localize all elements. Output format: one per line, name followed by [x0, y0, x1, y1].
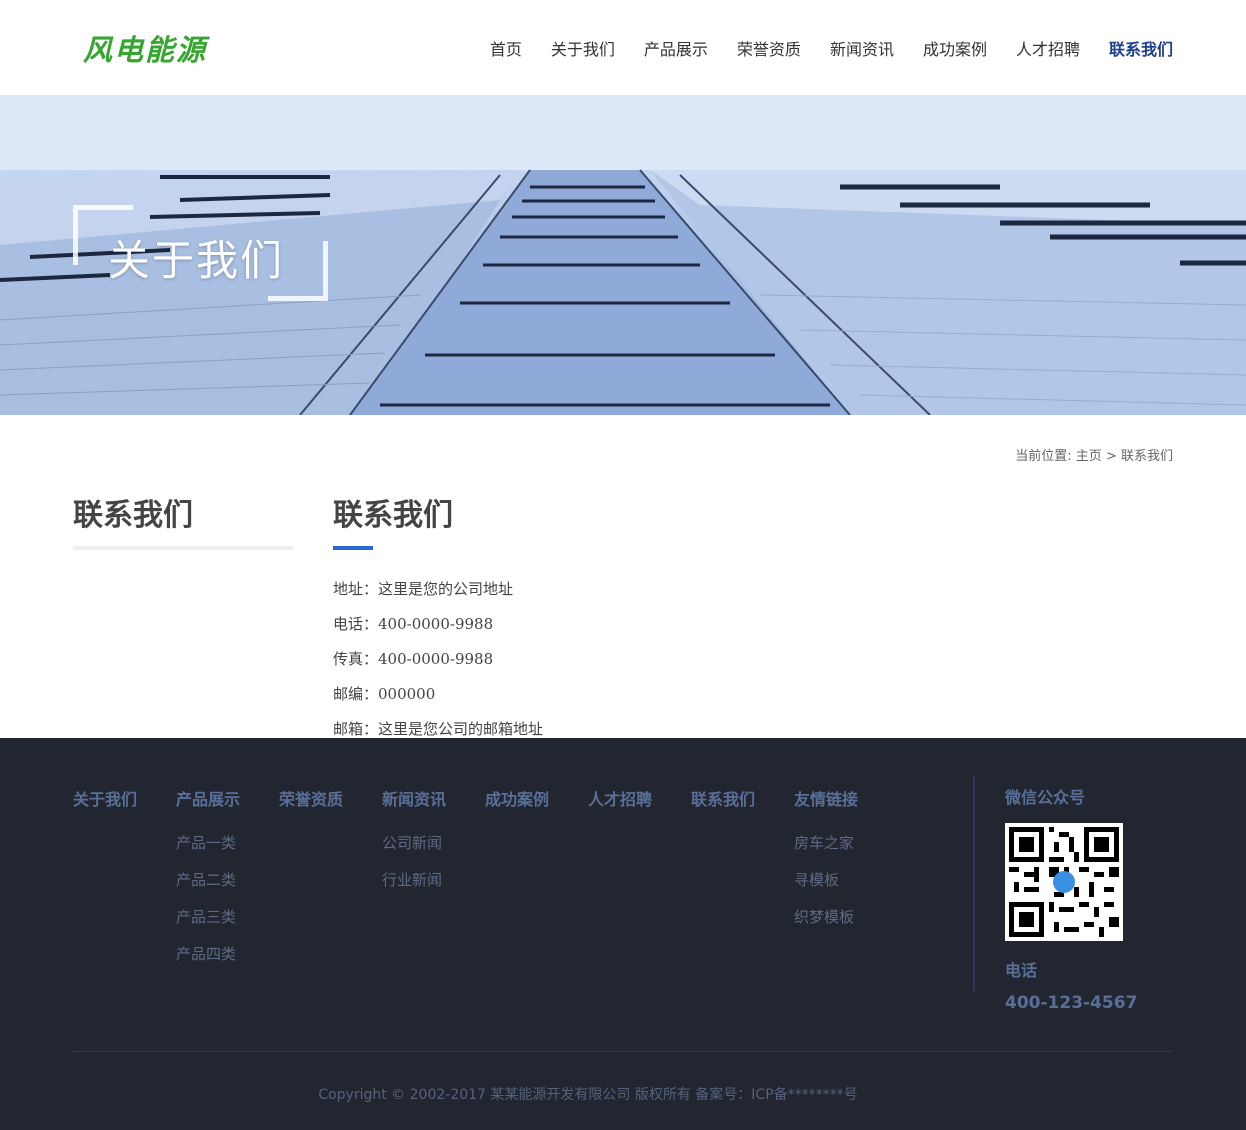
footer-link[interactable]: 产品三类 — [176, 899, 279, 936]
nav-home[interactable]: 首页 — [490, 36, 522, 60]
wechat-title: 微信公众号 — [1005, 788, 1086, 807]
footer-col-title[interactable]: 关于我们 — [73, 786, 176, 810]
footer-link[interactable]: 寻模板 — [794, 862, 897, 899]
nav-contact[interactable]: 联系我们 — [1109, 36, 1173, 60]
title-underline — [333, 546, 373, 550]
footer-link[interactable]: 织梦模板 — [794, 899, 897, 936]
footer-col-title[interactable]: 联系我们 — [691, 786, 794, 810]
banner-title: 关于我们 — [108, 236, 285, 285]
contact-postcode: 邮编：000000 — [333, 685, 436, 703]
nav-cases[interactable]: 成功案例 — [923, 36, 987, 60]
contact-address: 地址：这里是您的公司地址 — [333, 580, 514, 598]
qr-code-icon — [1009, 827, 1119, 937]
content-area: 联系我们 联系我们 地址：这里是您的公司地址 电话：400-0000-9988 … — [73, 475, 1173, 738]
site-header: 风电能源 首页 关于我们 产品展示 荣誉资质 新闻资讯 成功案例 人才招聘 联系… — [0, 0, 1246, 95]
footer-col-title[interactable]: 荣誉资质 — [279, 786, 382, 810]
wechat-qr-code — [1005, 823, 1123, 941]
footer-link[interactable]: 产品二类 — [176, 862, 279, 899]
main-content: 联系我们 地址：这里是您的公司地址 电话：400-0000-9988 传真：40… — [333, 475, 1173, 738]
main-nav: 首页 关于我们 产品展示 荣誉资质 新闻资讯 成功案例 人才招聘 联系我们 — [461, 36, 1173, 60]
breadcrumb: 当前位置: 主页 > 联系我们 — [73, 415, 1173, 475]
footer-col-jobs: 人才招聘 — [588, 786, 691, 1051]
footer-link[interactable]: 房车之家 — [794, 825, 897, 862]
footer-link[interactable]: 产品四类 — [176, 936, 279, 973]
page-title: 联系我们 — [333, 498, 453, 533]
nav-honors[interactable]: 荣誉资质 — [737, 36, 801, 60]
contact-fax: 传真：400-0000-9988 — [333, 650, 494, 668]
breadcrumb-prefix: 当前位置: — [1015, 449, 1072, 464]
breadcrumb-separator: > — [1105, 449, 1117, 464]
footer-col-title: 友情链接 — [794, 790, 859, 809]
footer-link[interactable]: 行业新闻 — [382, 862, 485, 899]
footer-link[interactable]: 公司新闻 — [382, 825, 485, 862]
nav-products[interactable]: 产品展示 — [644, 36, 708, 60]
footer-col-about: 关于我们 — [73, 786, 176, 1051]
footer-col-cases: 成功案例 — [485, 786, 588, 1051]
footer-phone-label: 电话 — [1005, 961, 1038, 980]
banner-title-frame: 关于我们 — [73, 205, 328, 301]
footer-col-title[interactable]: 成功案例 — [485, 786, 588, 810]
footer-col-contact: 联系我们 — [691, 786, 794, 1051]
footer-col-honors: 荣誉资质 — [279, 786, 382, 1051]
site-footer: 关于我们 产品展示 产品一类 产品二类 产品三类 产品四类 荣誉资质 新闻资讯 … — [0, 738, 1246, 1130]
footer-col-friend-links: 友情链接 房车之家 寻模板 织梦模板 — [794, 786, 897, 1051]
footer-col-title[interactable]: 人才招聘 — [588, 786, 691, 810]
footer-col-products: 产品展示 产品一类 产品二类 产品三类 产品四类 — [176, 786, 279, 1051]
breadcrumb-current[interactable]: 联系我们 — [1121, 449, 1173, 464]
site-logo[interactable]: 风电能源 — [83, 27, 207, 69]
sidebar: 联系我们 — [73, 475, 293, 738]
footer-contact-block: 微信公众号 电话 400-123-4567 — [973, 776, 1173, 1013]
footer-phone-number: 400-123-4567 — [1005, 993, 1138, 1013]
breadcrumb-home[interactable]: 主页 — [1076, 449, 1102, 464]
footer-col-news: 新闻资讯 公司新闻 行业新闻 — [382, 786, 485, 1051]
sidebar-title: 联系我们 — [73, 475, 293, 550]
footer-col-title[interactable]: 新闻资讯 — [382, 786, 485, 810]
page-banner: 关于我们 — [0, 95, 1246, 415]
nav-about[interactable]: 关于我们 — [551, 36, 615, 60]
copyright: Copyright © 2002-2017 某某能源开发有限公司 版权所有 备案… — [318, 1087, 858, 1103]
contact-phone: 电话：400-0000-9988 — [333, 615, 494, 633]
nav-jobs[interactable]: 人才招聘 — [1016, 36, 1080, 60]
nav-news[interactable]: 新闻资讯 — [830, 36, 894, 60]
footer-link[interactable]: 产品一类 — [176, 825, 279, 862]
footer-col-title[interactable]: 产品展示 — [176, 786, 279, 810]
